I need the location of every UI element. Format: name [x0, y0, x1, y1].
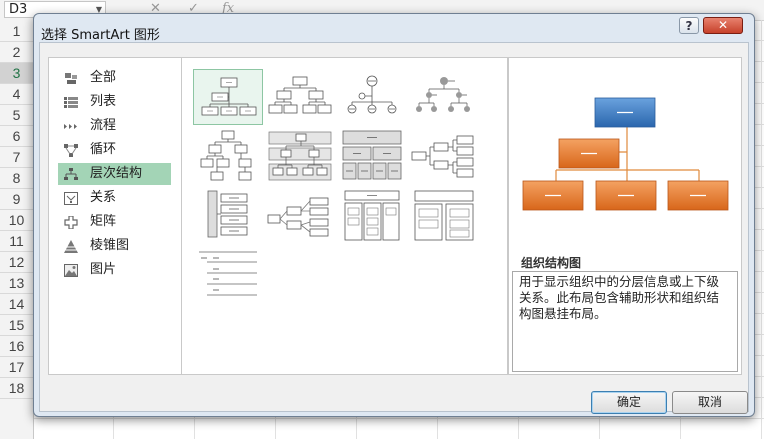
ok-button[interactable]: 确定 — [591, 391, 667, 414]
layout-vertical-list-hierarchy[interactable] — [409, 188, 479, 244]
row-header[interactable]: 7 — [0, 147, 33, 168]
row-headers: 1 2 3 4 5 6 7 8 9 10 11 12 13 14 15 16 17 18 — [0, 20, 34, 439]
row-header[interactable]: 8 — [0, 168, 33, 189]
pyramid-icon — [64, 240, 78, 253]
category-list: 全部 列表 流程 循环 层次结构 关系 矩阵 棱锥图 图片 — [48, 57, 182, 375]
cancel-button[interactable]: 取消 — [672, 391, 748, 414]
org-chart-preview — [522, 97, 729, 211]
row-header[interactable]: 18 — [0, 378, 33, 399]
name-box-value: D3 — [9, 2, 28, 17]
category-relationship[interactable]: 关系 — [58, 187, 171, 209]
layout-hierarchy[interactable] — [193, 128, 263, 184]
row-header[interactable]: 13 — [0, 273, 33, 294]
layout-hierarchy-list[interactable] — [193, 188, 263, 244]
row-header[interactable]: 3 — [0, 63, 33, 84]
layout-table-list[interactable] — [337, 188, 407, 244]
layout-horizontal-hierarchy[interactable] — [409, 128, 479, 184]
preview-pane: 组织结构图 用于显示组织中的分层信息或上下级关系。此布局包含辅助形状和组织结构图… — [508, 57, 742, 375]
row-header[interactable]: 16 — [0, 336, 33, 357]
category-matrix[interactable]: 矩阵 — [58, 211, 171, 233]
category-list-item[interactable]: 列表 — [58, 91, 171, 113]
dialog-title: 选择 SmartArt 图形 — [41, 28, 160, 43]
category-all[interactable]: 全部 — [58, 67, 171, 89]
layout-circle-picture-hierarchy[interactable] — [409, 69, 479, 125]
layout-table-hierarchy[interactable] — [337, 128, 407, 184]
layout-lined-list[interactable] — [193, 248, 263, 304]
row-header[interactable]: 17 — [0, 357, 33, 378]
row-header[interactable]: 10 — [0, 210, 33, 231]
process-icon — [64, 124, 77, 129]
category-process[interactable]: 流程 — [58, 115, 171, 137]
row-header[interactable]: 11 — [0, 231, 33, 252]
row-header[interactable]: 12 — [0, 252, 33, 273]
layout-gallery — [182, 57, 508, 375]
dialog-body: 全部 列表 流程 循环 层次结构 关系 矩阵 棱锥图 图片 组织结构图 用于显示… — [39, 42, 749, 414]
category-cycle[interactable]: 循环 — [58, 139, 171, 161]
layout-horizontal-multi-level[interactable] — [265, 188, 335, 244]
row-header[interactable]: 15 — [0, 315, 33, 336]
list-icon — [64, 97, 78, 108]
smartart-dialog: 选择 SmartArt 图形 ? ✕ 全部 列表 流程 循环 层次结构 关系 矩… — [33, 13, 755, 417]
row-header[interactable]: 6 — [0, 126, 33, 147]
preview-description: 用于显示组织中的分层信息或上下级关系。此布局包含辅助形状和组织结构图悬挂布局。 — [512, 271, 738, 372]
layout-labeled-hierarchy[interactable] — [265, 128, 335, 184]
row-header[interactable]: 1 — [0, 21, 33, 42]
hierarchy-icon — [64, 168, 78, 180]
picture-icon — [64, 264, 78, 277]
layout-org-chart[interactable] — [193, 69, 263, 125]
all-icon — [65, 73, 77, 84]
help-button[interactable]: ? — [679, 17, 699, 34]
row-header[interactable]: 14 — [0, 294, 33, 315]
close-button[interactable]: ✕ — [703, 17, 743, 34]
layout-half-circle-org-chart[interactable] — [337, 69, 407, 125]
row-header[interactable]: 9 — [0, 189, 33, 210]
matrix-icon — [64, 216, 78, 229]
row-header[interactable]: 5 — [0, 105, 33, 126]
row-header[interactable]: 4 — [0, 84, 33, 105]
category-hierarchy[interactable]: 层次结构 — [58, 163, 171, 185]
layout-name-title-org-chart[interactable] — [265, 69, 335, 125]
preview-title: 组织结构图 — [521, 256, 582, 270]
category-pyramid[interactable]: 棱锥图 — [58, 235, 171, 257]
category-picture[interactable]: 图片 — [58, 259, 171, 281]
relationship-icon — [64, 192, 78, 205]
cycle-icon — [64, 144, 78, 157]
row-header[interactable]: 2 — [0, 42, 33, 63]
